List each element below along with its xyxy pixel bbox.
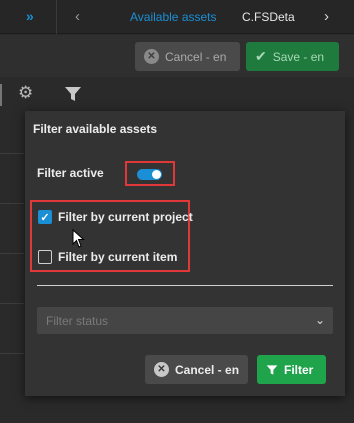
tab-current-item[interactable]: C.FSDeta xyxy=(242,10,295,24)
apply-filter-button[interactable]: Filter xyxy=(257,355,326,384)
funnel-icon xyxy=(266,364,278,375)
tool-row xyxy=(0,78,354,110)
filter-status-placeholder: Filter status xyxy=(46,314,109,328)
top-bar: » ‹ Available assets C.FSDeta › xyxy=(0,0,354,34)
divider xyxy=(37,285,333,286)
funnel-icon[interactable] xyxy=(64,86,82,102)
check-icon: ✔ xyxy=(255,48,267,64)
close-circle-icon: ✕ xyxy=(144,49,159,64)
chevron-down-icon: ⌄ xyxy=(314,313,325,327)
filter-by-item-label: Filter by current item xyxy=(58,250,178,264)
filter-status-select[interactable]: Filter status ⌄ xyxy=(37,307,333,334)
divider xyxy=(56,0,57,34)
mouse-cursor-icon xyxy=(72,229,85,248)
save-button[interactable]: ✔ Save - en xyxy=(246,42,339,71)
save-button-label: Save - en xyxy=(272,49,325,64)
close-circle-icon: ✕ xyxy=(154,362,169,377)
collapse-icon[interactable]: » xyxy=(26,8,34,24)
filter-by-item-checkbox[interactable] xyxy=(38,250,52,264)
cancel-button[interactable]: ✕ Cancel - en xyxy=(135,42,240,71)
popup-title: Filter available assets xyxy=(33,122,158,136)
filter-active-label: Filter active xyxy=(37,166,104,180)
highlight-box: ✓ Filter by current project Filter by cu… xyxy=(30,200,193,272)
chevron-right-icon[interactable]: › xyxy=(324,8,329,25)
chevron-left-icon[interactable]: ‹ xyxy=(75,8,80,25)
popup-cancel-label: Cancel - en xyxy=(175,362,240,377)
toggle-knob xyxy=(152,170,161,179)
divider xyxy=(0,84,2,106)
filter-by-project-row[interactable]: ✓ Filter by current project xyxy=(38,210,193,224)
filter-by-project-label: Filter by current project xyxy=(58,210,193,224)
apply-filter-label: Filter xyxy=(284,362,314,377)
cancel-button-label: Cancel - en xyxy=(165,49,227,64)
filter-popup: Filter available assets Filter active ✓ … xyxy=(25,111,345,396)
gear-icon[interactable]: ⚙ xyxy=(18,83,33,103)
filter-by-item-row[interactable]: Filter by current item xyxy=(38,250,177,264)
filter-by-project-checkbox[interactable]: ✓ xyxy=(38,210,52,224)
tab-available-assets[interactable]: Available assets xyxy=(130,10,217,24)
highlight-box xyxy=(125,161,175,186)
filter-active-toggle[interactable] xyxy=(137,169,162,180)
popup-cancel-button[interactable]: ✕ Cancel - en xyxy=(145,355,248,384)
